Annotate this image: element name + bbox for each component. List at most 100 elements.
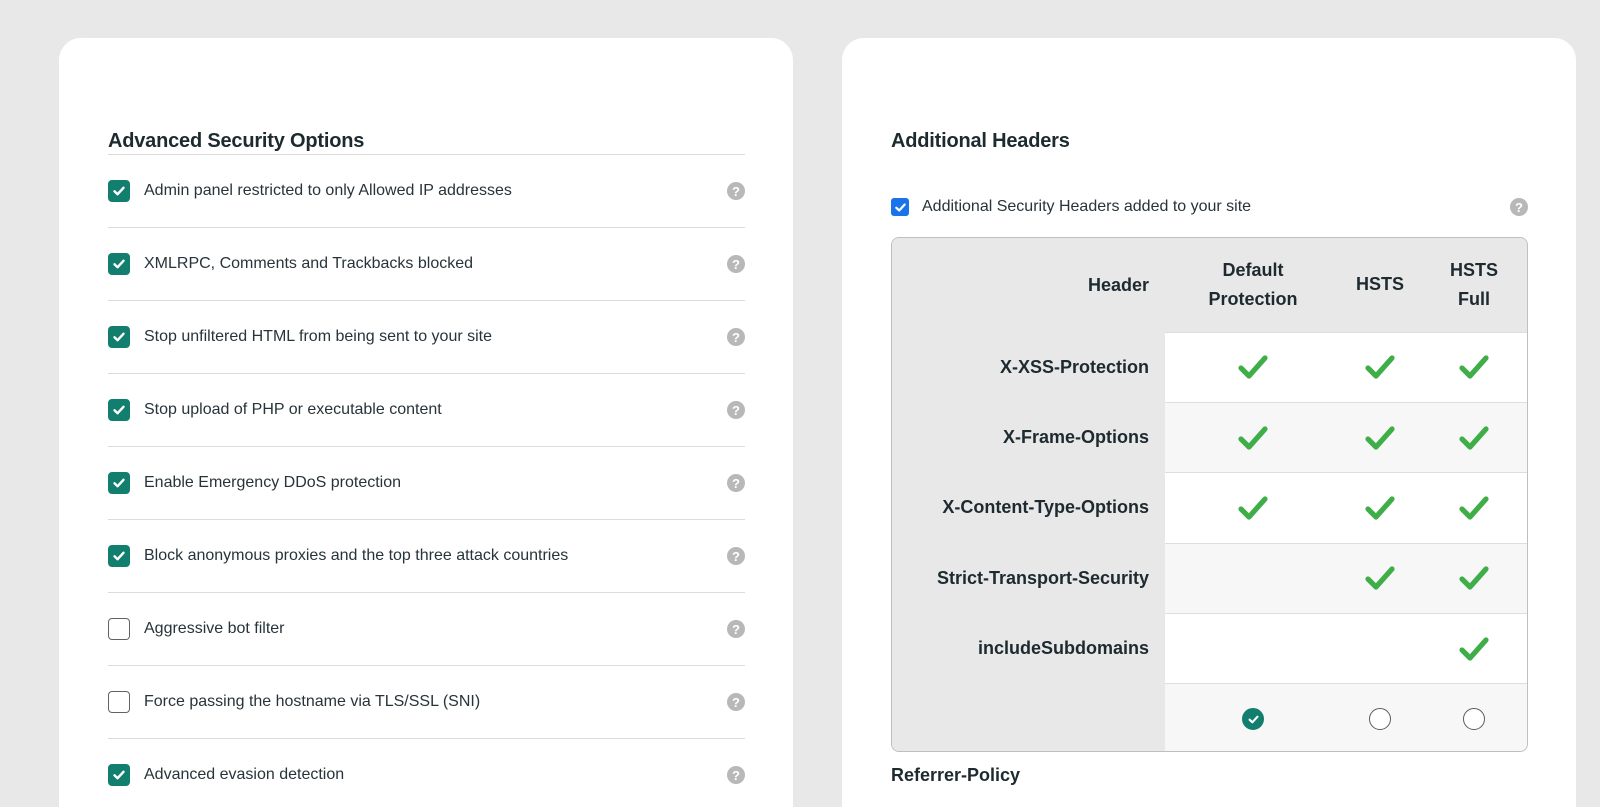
cell-hsts [1341,401,1419,473]
help-icon[interactable]: ? [727,401,745,419]
security-options-list: Admin panel restricted to only Allowed I… [108,154,745,807]
help-icon[interactable]: ? [727,620,745,638]
table-row: X-XSS-Protection [892,331,1527,403]
help-icon[interactable]: ? [727,766,745,784]
additional-headers-card: Additional Headers Additional Security H… [842,38,1576,807]
option-row[interactable]: Force passing the hostname via TLS/SSL (… [108,665,745,738]
green-check-icon [1365,425,1395,450]
check-icon [1248,715,1259,724]
option-checkbox[interactable] [108,764,130,786]
option-label: Admin panel restricted to only Allowed I… [144,182,512,199]
radio-hsts[interactable] [1369,708,1391,731]
radio-cell-default [1165,683,1341,751]
cell-full [1419,331,1527,403]
option-label: Aggressive bot filter [144,620,285,637]
security-headers-toggle-row[interactable]: Additional Security Headers added to you… [891,196,1528,218]
help-icon[interactable]: ? [727,547,745,565]
referrer-policy-title: Referrer-Policy [891,765,1021,785]
header-name-cell: X-Frame-Options [892,402,1165,473]
cell-default [1165,613,1341,684]
help-icon[interactable]: ? [727,182,745,200]
header-name-cell: X-XSS-Protection [892,332,1165,403]
security-headers-checkbox[interactable] [891,198,909,216]
green-check-icon [1365,355,1395,379]
option-row[interactable]: Aggressive bot filter ? [108,592,745,665]
green-check-icon [1459,425,1489,450]
cell-default [1165,401,1341,473]
check-icon [894,202,906,212]
table-row: Strict-Transport-Security [892,542,1527,614]
help-icon[interactable]: ? [727,474,745,492]
empty-cell [892,683,1165,751]
check-icon [113,332,125,342]
green-check-icon [1459,355,1489,379]
column-header-header: Header [892,238,1165,332]
option-checkbox[interactable] [108,618,130,640]
option-checkbox[interactable] [108,545,130,567]
option-row[interactable]: Stop unfiltered HTML from being sent to … [108,300,745,373]
option-checkbox[interactable] [108,691,130,713]
cell-default [1165,472,1341,544]
option-row[interactable]: Enable Emergency DDoS protection ? [108,446,745,519]
option-row[interactable]: Admin panel restricted to only Allowed I… [108,154,745,227]
profile-select-row [892,683,1527,751]
additional-headers-title: Additional Headers [891,130,1070,152]
option-checkbox[interactable] [108,180,130,202]
option-checkbox[interactable] [108,326,130,348]
option-checkbox[interactable] [108,253,130,275]
column-header-hsts-full: HSTS Full [1419,238,1527,332]
option-label: Enable Emergency DDoS protection [144,474,402,491]
table-row: X-Content-Type-Options [892,472,1527,544]
option-label: Block anonymous proxies and the top thre… [144,547,569,564]
option-row[interactable]: Stop upload of PHP or executable content… [108,373,745,446]
cell-hsts [1341,472,1419,544]
help-icon[interactable]: ? [727,328,745,346]
check-icon [113,478,125,488]
help-icon[interactable]: ? [1510,198,1528,216]
option-label: Advanced evasion detection [144,766,345,783]
cell-hsts [1341,613,1419,684]
green-check-icon [1459,496,1489,520]
header-name-cell: X-Content-Type-Options [892,472,1165,544]
table-header-row: Header Default Protection HSTS HSTS Full [892,238,1527,332]
radio-default[interactable] [1242,708,1264,731]
green-check-icon [1459,637,1489,661]
option-label: XMLRPC, Comments and Trackbacks blocked [144,255,474,272]
table-row: X-Frame-Options [892,401,1527,473]
green-check-icon [1238,425,1268,450]
help-icon[interactable]: ? [727,255,745,273]
headers-comparison-table: Header Default Protection HSTS HSTS Full X… [891,237,1528,752]
cell-default [1165,542,1341,614]
option-checkbox[interactable] [108,399,130,421]
cell-full [1419,472,1527,544]
cell-hsts [1341,331,1419,403]
cell-default [1165,331,1341,403]
check-icon [113,259,125,269]
table-row: includeSubdomains [892,613,1527,684]
cell-full [1419,401,1527,473]
green-check-icon [1365,566,1395,590]
cell-full [1419,613,1527,684]
option-label: Force passing the hostname via TLS/SSL (… [144,693,481,710]
check-icon [113,770,125,780]
security-headers-label: Additional Security Headers added to you… [922,198,1252,215]
option-checkbox[interactable] [108,472,130,494]
cell-hsts [1341,542,1419,614]
advanced-security-card: Advanced Security Options Admin panel re… [59,38,793,807]
green-check-icon [1459,566,1489,590]
advanced-security-title: Advanced Security Options [108,130,365,152]
option-label: Stop upload of PHP or executable content [144,401,442,418]
green-check-icon [1238,496,1268,520]
option-row[interactable]: Advanced evasion detection ? [108,738,745,807]
header-name-cell: Strict-Transport-Security [892,543,1165,614]
radio-full[interactable] [1463,708,1485,731]
help-icon[interactable]: ? [727,693,745,711]
radio-cell-full [1419,683,1527,751]
option-row[interactable]: XMLRPC, Comments and Trackbacks blocked … [108,227,745,300]
cell-full [1419,542,1527,614]
check-icon [113,405,125,415]
check-icon [113,551,125,561]
green-check-icon [1238,355,1268,379]
option-row[interactable]: Block anonymous proxies and the top thre… [108,519,745,592]
option-label: Stop unfiltered HTML from being sent to … [144,328,493,345]
